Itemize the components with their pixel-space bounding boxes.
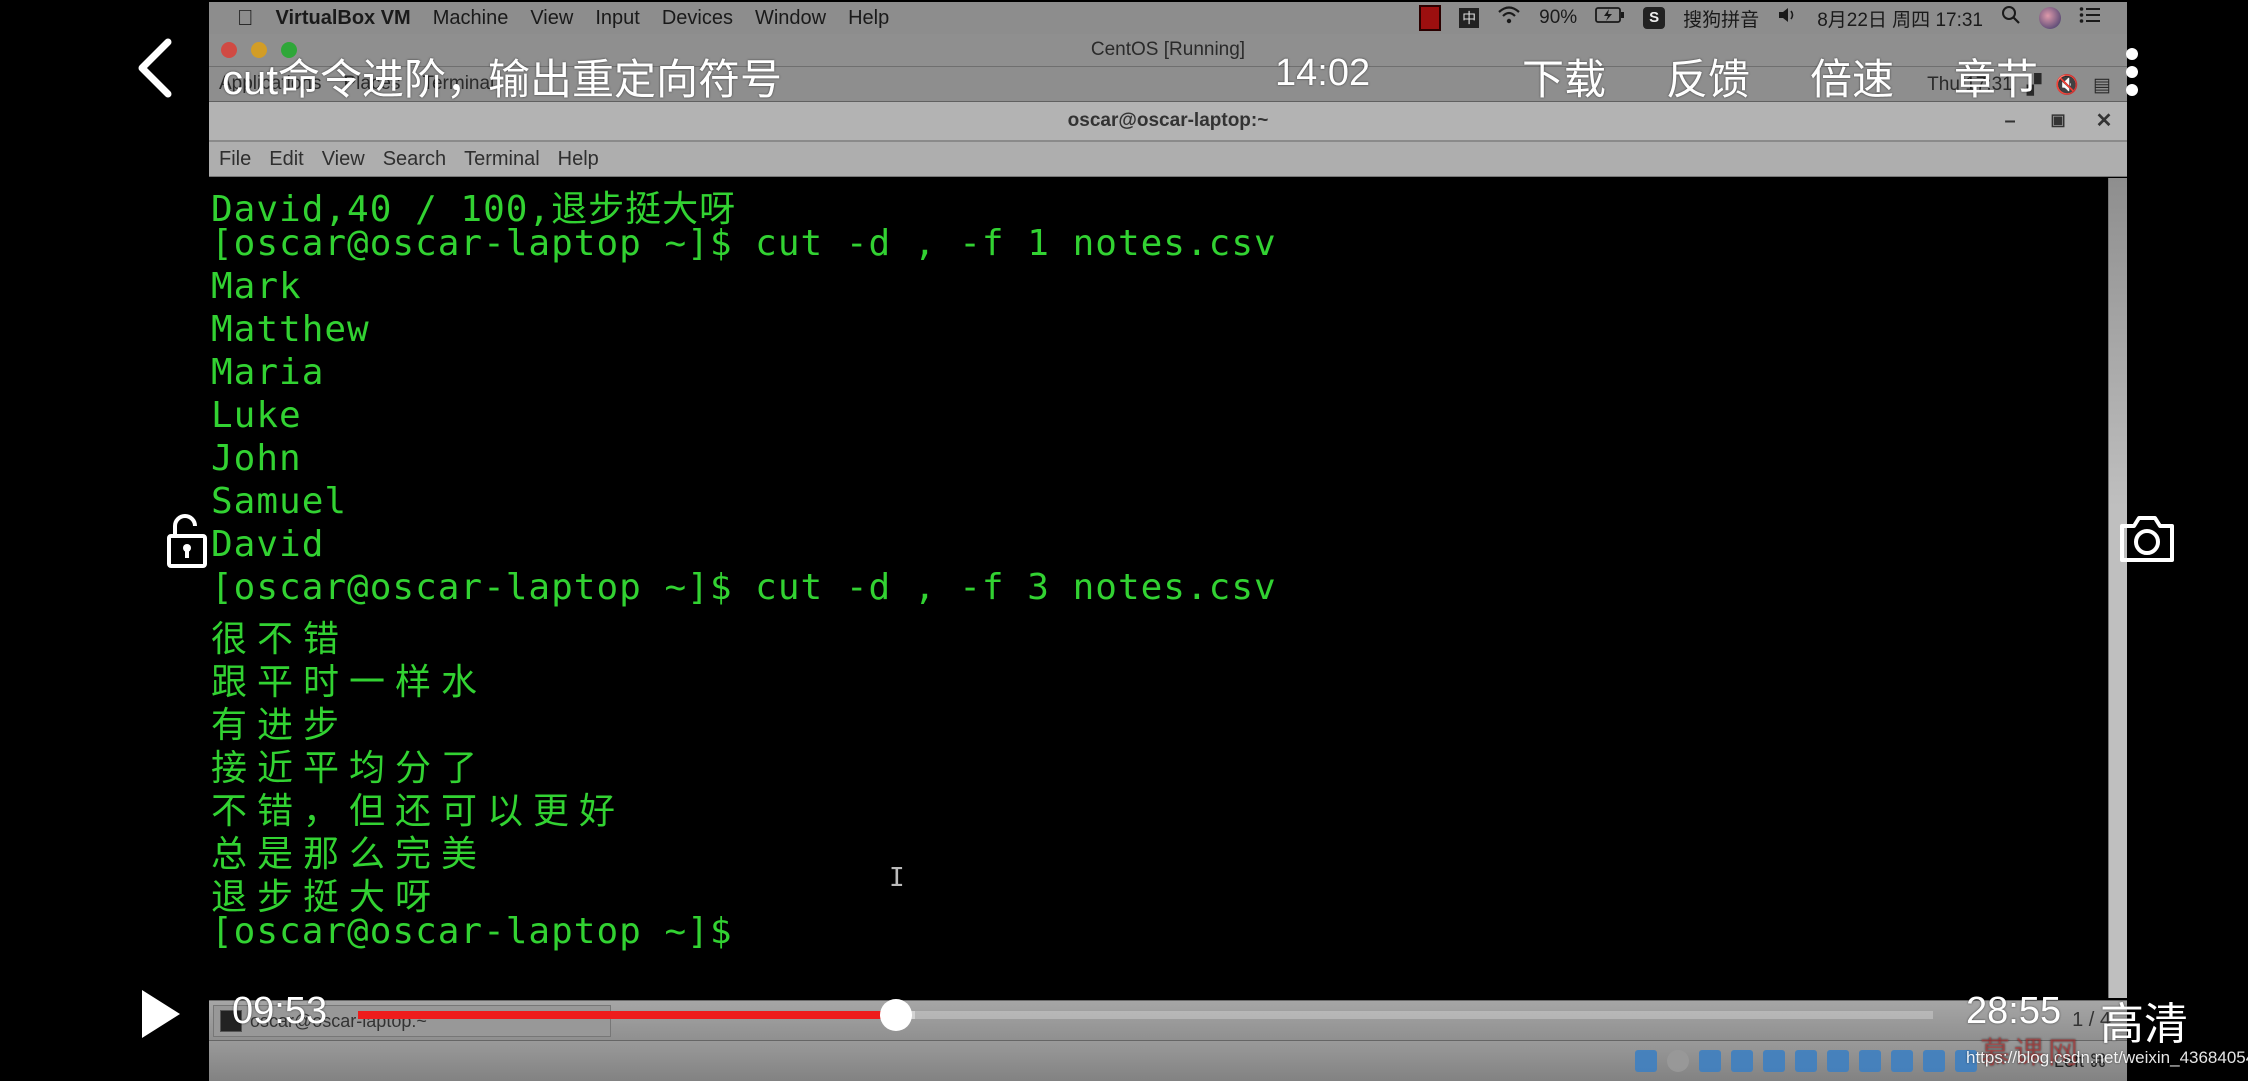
terminal-menu-edit[interactable]: Edit bbox=[269, 148, 303, 171]
mac-menu-help[interactable]: Help bbox=[848, 7, 889, 30]
terminal-title: oscar@oscar-laptop:~ bbox=[1067, 110, 1269, 131]
wifi-icon[interactable] bbox=[1497, 5, 1521, 31]
download-button[interactable]: 下载 bbox=[1522, 46, 1606, 107]
hard-disk-icon[interactable] bbox=[1635, 1050, 1657, 1072]
sogou-icon[interactable]: S bbox=[1643, 7, 1666, 29]
terminal-menu-search[interactable]: Search bbox=[383, 148, 446, 171]
play-button[interactable] bbox=[140, 988, 182, 1040]
terminal-line: Luke bbox=[211, 395, 302, 436]
mac-menu-input[interactable]: Input bbox=[595, 7, 639, 30]
terminal-line: Matthew bbox=[211, 309, 370, 350]
text-cursor-icon: I bbox=[889, 863, 905, 893]
chapters-button[interactable]: 章节 bbox=[1954, 46, 2038, 107]
virtualbox-window: CentOS [Running] Applications Places Ter… bbox=[209, 34, 2127, 1081]
current-time: 09:53 bbox=[232, 990, 328, 1032]
host-screen:  VirtualBox VM Machine View Input Devic… bbox=[209, 0, 2127, 1081]
minimize-icon[interactable]: – bbox=[1997, 108, 2023, 134]
clipboard-icon[interactable]: ▤ bbox=[2093, 74, 2111, 97]
volume-muted-icon[interactable]: 🔇 bbox=[2055, 73, 2079, 97]
video-title: cut命令进阶，输出重定向符号 bbox=[222, 56, 783, 103]
gnome-taskbar: oscar@oscar-laptop:~ 1 / 4 bbox=[209, 1000, 2127, 1041]
terminal-scrollbar[interactable] bbox=[2108, 178, 2127, 998]
screen-record-icon[interactable] bbox=[1419, 5, 1442, 31]
quality-button[interactable]: 高清 bbox=[2100, 988, 2188, 1052]
camera-icon bbox=[2120, 516, 2174, 562]
close-icon[interactable]: ✕ bbox=[2091, 108, 2117, 134]
battery-percent: 90% bbox=[1539, 7, 1578, 28]
terminal-menubar: File Edit View Search Terminal Help bbox=[209, 142, 2127, 177]
terminal-line: Mark bbox=[211, 266, 302, 307]
chevron-left-icon bbox=[138, 38, 172, 98]
mac-menu-app[interactable]: VirtualBox VM bbox=[276, 7, 411, 30]
terminal-line: John bbox=[211, 438, 302, 479]
notification-center-icon[interactable] bbox=[2079, 6, 2101, 30]
mac-menubar:  VirtualBox VM Machine View Input Devic… bbox=[209, 2, 2127, 34]
display-icon[interactable] bbox=[1827, 1050, 1849, 1072]
terminal-window: oscar@oscar-laptop:~ – ▣ ✕ File Edit Vie… bbox=[209, 102, 2127, 1000]
terminal-menu-view[interactable]: View bbox=[322, 148, 365, 171]
input-method-icon[interactable]: 中 bbox=[1459, 8, 1480, 28]
screen-lock-button[interactable] bbox=[165, 512, 209, 572]
system-clock: 14:02 bbox=[1275, 52, 1371, 94]
terminal-output[interactable]: David,40 / 100,退步挺大呀 [oscar@oscar-laptop… bbox=[209, 178, 2109, 998]
terminal-menu-help[interactable]: Help bbox=[558, 148, 599, 171]
play-icon bbox=[142, 990, 180, 1038]
mac-status-area: 中 90% S 搜狗拼音 8月22日 周四 17:31 bbox=[1419, 2, 2101, 34]
mac-menu-devices[interactable]: Devices bbox=[662, 7, 733, 30]
terminal-prompt-line: [oscar@oscar-laptop ~]$ bbox=[211, 911, 733, 952]
usb-icon[interactable] bbox=[1763, 1050, 1785, 1072]
terminal-line: Samuel bbox=[211, 481, 348, 522]
mac-menu-window[interactable]: Window bbox=[755, 7, 826, 30]
audio-icon[interactable] bbox=[1699, 1050, 1721, 1072]
unlock-icon bbox=[167, 514, 207, 568]
mouse-integration-icon[interactable] bbox=[1923, 1050, 1945, 1072]
spotlight-search-icon[interactable] bbox=[2001, 5, 2021, 31]
ime-name[interactable]: 搜狗拼音 bbox=[1683, 5, 1759, 32]
feedback-button[interactable]: 反馈 bbox=[1666, 46, 1750, 107]
more-options-button[interactable] bbox=[2124, 48, 2140, 96]
siri-icon[interactable] bbox=[2039, 7, 2061, 29]
terminal-line: David bbox=[211, 524, 325, 565]
network-adapter-icon[interactable] bbox=[1731, 1050, 1753, 1072]
terminal-prompt-line: [oscar@oscar-laptop ~]$ cut -d , -f 3 no… bbox=[211, 567, 1277, 608]
total-duration: 28:55 bbox=[1966, 990, 2062, 1032]
mac-menu-machine[interactable]: Machine bbox=[433, 7, 509, 30]
terminal-prompt-line: [oscar@oscar-laptop ~]$ cut -d , -f 1 no… bbox=[211, 223, 1277, 264]
battery-charging-icon[interactable] bbox=[1595, 6, 1625, 30]
vbox-statusbar: Left ⌘ bbox=[209, 1040, 2127, 1081]
mac-menu-view[interactable]: View bbox=[530, 7, 573, 30]
volume-icon[interactable] bbox=[1777, 6, 1799, 30]
terminal-menu-file[interactable]: File bbox=[219, 148, 251, 171]
shared-folder-icon[interactable] bbox=[1795, 1050, 1817, 1072]
terminal-menu-terminal[interactable]: Terminal bbox=[464, 148, 540, 171]
mac-datetime[interactable]: 8月22日 周四 17:31 bbox=[1817, 5, 1983, 32]
maximize-icon[interactable]: ▣ bbox=[2045, 108, 2071, 134]
recording-icon[interactable] bbox=[1859, 1050, 1881, 1072]
screenshot-button[interactable] bbox=[2118, 514, 2176, 564]
optical-drive-icon[interactable] bbox=[1667, 1050, 1689, 1072]
more-vertical-icon bbox=[2126, 48, 2138, 60]
playback-speed-button[interactable]: 倍速 bbox=[1810, 46, 1894, 107]
progress-bar[interactable] bbox=[358, 999, 1933, 1031]
progress-played bbox=[358, 1011, 897, 1019]
cpu-icon[interactable] bbox=[1891, 1050, 1913, 1072]
watermark-url: https://blog.csdn.net/weixin_43684054 bbox=[1966, 1048, 2248, 1067]
apple-menu-icon[interactable]:  bbox=[237, 5, 254, 31]
terminal-line: Maria bbox=[211, 352, 325, 393]
back-button[interactable] bbox=[134, 38, 174, 98]
terminal-titlebar[interactable]: oscar@oscar-laptop:~ – ▣ ✕ bbox=[209, 102, 2127, 142]
